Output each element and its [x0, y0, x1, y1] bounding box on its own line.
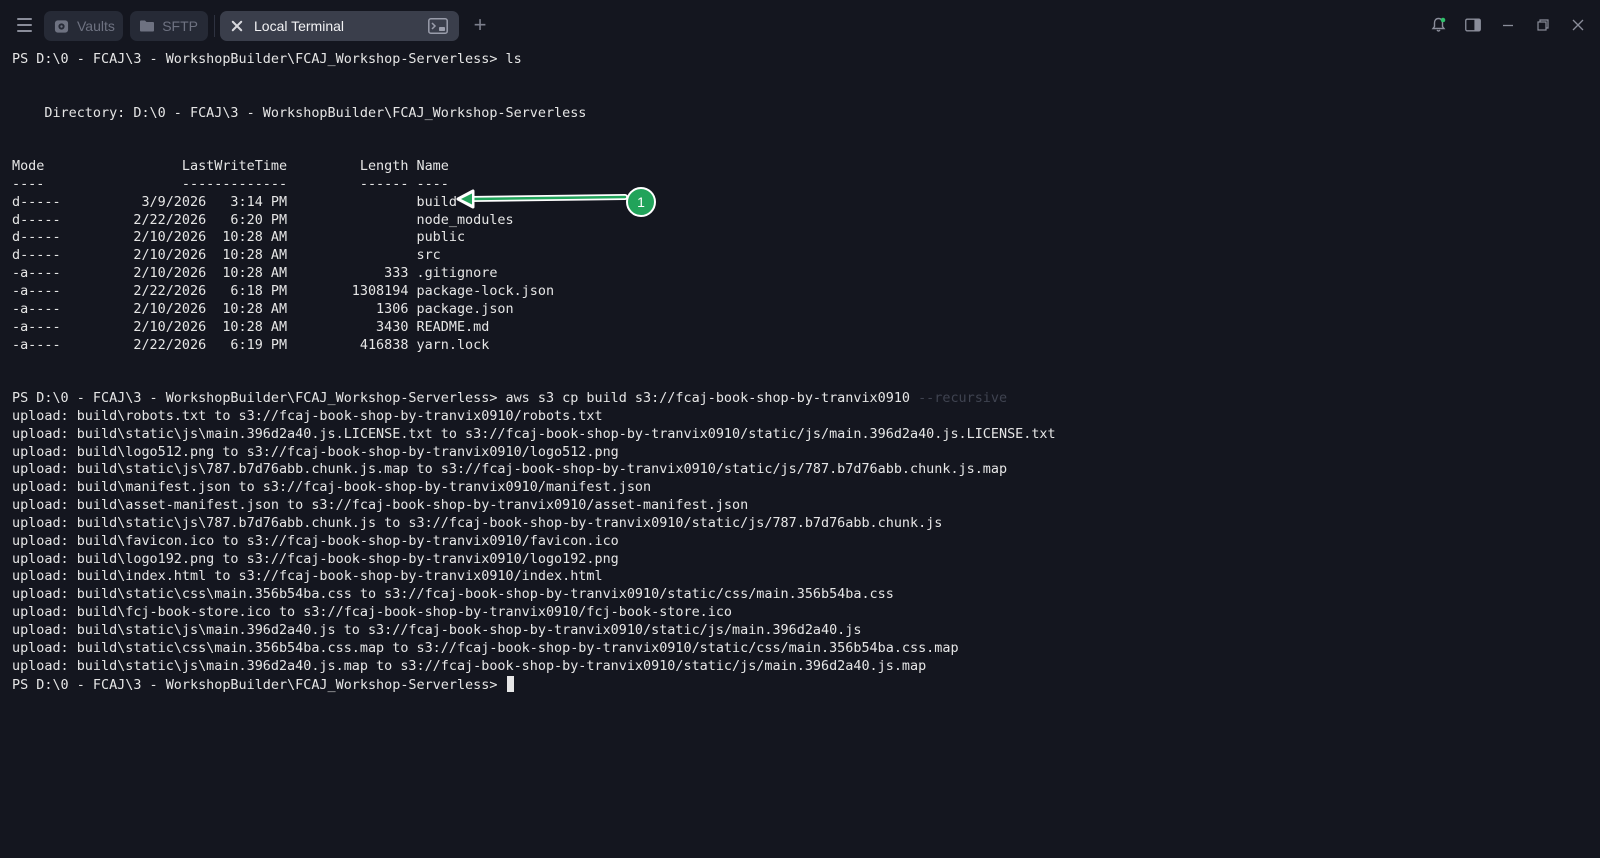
tab-divider: [214, 15, 215, 37]
terminal-line: PS D:\0 - FCAJ\3 - WorkshopBuilder\FCAJ_…: [12, 675, 1592, 694]
close-icon[interactable]: [230, 19, 244, 33]
terminal-line-text: Mode LastWriteTime Length Name: [12, 159, 449, 175]
terminal-line-text: PS D:\0 - FCAJ\3 - WorkshopBuilder\FCAJ_…: [12, 391, 910, 407]
terminal-line: upload: build\fcj-book-store.ico to s3:/…: [12, 604, 1592, 622]
text-cursor: [506, 675, 514, 692]
tab-local-terminal[interactable]: Local Terminal: [220, 11, 459, 41]
terminal-line-text: upload: build\static\css\main.356b54ba.c…: [12, 640, 959, 656]
add-tab-button[interactable]: +: [470, 14, 490, 36]
terminal-line-text: -a---- 2/10/2026 10:28 AM 3430 README.md: [12, 319, 490, 335]
terminal-line: ---- ------------- ------ ----: [12, 176, 1592, 194]
terminal-icon: [428, 18, 448, 37]
terminal-line-text: upload: build\index.html to s3://fcaj-bo…: [12, 569, 603, 585]
terminal-line-text: d----- 2/10/2026 10:28 AM public: [12, 230, 466, 246]
terminal-line-text: upload: build\static\js\787.b7d76abb.chu…: [12, 515, 943, 531]
terminal-line: upload: build\static\css\main.356b54ba.c…: [12, 640, 1592, 658]
restore-icon[interactable]: [1535, 17, 1551, 33]
terminal-line: -a---- 2/10/2026 10:28 AM 3430 README.md: [12, 319, 1592, 337]
terminal-line: PS D:\0 - FCAJ\3 - WorkshopBuilder\FCAJ_…: [12, 390, 1592, 408]
terminal-line: upload: build\index.html to s3://fcaj-bo…: [12, 568, 1592, 586]
terminal-line: upload: build\manifest.json to s3://fcaj…: [12, 479, 1592, 497]
terminal-line-text: upload: build\static\css\main.356b54ba.c…: [12, 587, 894, 603]
terminal-line: d----- 2/22/2026 6:20 PM node_modules: [12, 212, 1592, 230]
terminal-line: Mode LastWriteTime Length Name: [12, 158, 1592, 176]
terminal-line-text: d----- 2/22/2026 6:20 PM node_modules: [12, 212, 514, 228]
terminal-line: upload: build\static\css\main.356b54ba.c…: [12, 586, 1592, 604]
tab-label: Vaults: [77, 18, 115, 34]
terminal-line: upload: build\robots.txt to s3://fcaj-bo…: [12, 408, 1592, 426]
terminal-line-text: upload: build\static\js\787.b7d76abb.chu…: [12, 462, 1008, 478]
terminal-line-text: upload: build\favicon.ico to s3://fcaj-b…: [12, 533, 619, 549]
terminal-line-text: upload: build\fcj-book-store.ico to s3:/…: [12, 605, 733, 621]
close-icon[interactable]: [1570, 17, 1586, 33]
terminal-line-text: upload: build\static\js\main.396d2a40.js…: [12, 623, 862, 638]
hamburger-menu-icon[interactable]: [12, 14, 36, 36]
terminal-line-text: ---- ------------- ------ ----: [12, 176, 449, 192]
tab-label: Local Terminal: [254, 18, 345, 34]
terminal-line: upload: build\static\js\main.396d2a40.js…: [12, 622, 1592, 640]
terminal-line-text: PS D:\0 - FCAJ\3 - WorkshopBuilder\FCAJ_…: [12, 677, 506, 693]
terminal-line-text: upload: build\static\js\main.396d2a40.js…: [12, 658, 927, 674]
tab-label: SFTP: [162, 18, 198, 34]
terminal-line-text: -a---- 2/10/2026 10:28 AM 333 .gitignore: [12, 266, 498, 282]
terminal-line: -a---- 2/10/2026 10:28 AM 333 .gitignore: [12, 265, 1592, 283]
terminal-line: -a---- 2/10/2026 10:28 AM 1306 package.j…: [12, 301, 1592, 319]
terminal-line: -a---- 2/22/2026 6:18 PM 1308194 package…: [12, 283, 1592, 301]
dimmed-flag-text: --recursive: [910, 391, 1008, 407]
terminal-line: upload: build\logo192.png to s3://fcaj-b…: [12, 551, 1592, 569]
terminal-line-text: upload: build\logo192.png to s3://fcaj-b…: [12, 551, 619, 567]
terminal-line-text: d----- 2/10/2026 10:28 AM src: [12, 248, 441, 264]
terminal-line-text: upload: build\manifest.json to s3://fcaj…: [12, 480, 652, 496]
title-bar: Vaults SFTP Local Terminal +: [0, 0, 1600, 50]
terminal-line-text: upload: build\robots.txt to s3://fcaj-bo…: [12, 408, 603, 424]
terminal-line-text: upload: build\logo512.png to s3://fcaj-b…: [12, 444, 619, 460]
window-controls: [1430, 14, 1586, 36]
minimize-icon[interactable]: [1500, 17, 1516, 33]
terminal-line-text: Directory: D:\0 - FCAJ\3 - WorkshopBuild…: [12, 105, 587, 121]
terminal-line-text: upload: build\asset-manifest.json to s3:…: [12, 498, 749, 514]
sidebar-panel-icon[interactable]: [1465, 17, 1481, 33]
terminal-line: upload: build\favicon.ico to s3://fcaj-b…: [12, 533, 1592, 551]
terminal-line: d----- 3/9/2026 3:14 PM build: [12, 194, 1592, 212]
terminal-line: upload: build\asset-manifest.json to s3:…: [12, 497, 1592, 515]
terminal-line: upload: build\logo512.png to s3://fcaj-b…: [12, 444, 1592, 462]
terminal-line: -a---- 2/22/2026 6:19 PM 416838 yarn.loc…: [12, 337, 1592, 355]
tab-sftp[interactable]: SFTP: [130, 11, 208, 41]
terminal-line: upload: build\static\js\main.396d2a40.js…: [12, 658, 1592, 676]
terminal-line: PS D:\0 - FCAJ\3 - WorkshopBuilder\FCAJ_…: [12, 51, 1592, 69]
terminal-line-text: -a---- 2/10/2026 10:28 AM 1306 package.j…: [12, 301, 514, 317]
folder-icon: [140, 18, 155, 34]
terminal-line: Directory: D:\0 - FCAJ\3 - WorkshopBuild…: [12, 105, 1592, 123]
terminal-line: upload: build\static\js\main.396d2a40.js…: [12, 426, 1592, 444]
vault-icon: [54, 18, 69, 34]
terminal-output[interactable]: PS D:\0 - FCAJ\3 - WorkshopBuilder\FCAJ_…: [12, 51, 1592, 851]
terminal-line-text: -a---- 2/22/2026 6:19 PM 416838 yarn.loc…: [12, 337, 490, 353]
terminal-line: d----- 2/10/2026 10:28 AM public: [12, 229, 1592, 247]
terminal-line-text: PS D:\0 - FCAJ\3 - WorkshopBuilder\FCAJ_…: [12, 52, 522, 67]
terminal-line-text: d----- 3/9/2026 3:14 PM build: [12, 194, 457, 210]
tab-vaults[interactable]: Vaults: [44, 11, 123, 41]
terminal-line-text: upload: build\static\js\main.396d2a40.js…: [12, 426, 1056, 442]
notification-bell-icon[interactable]: [1430, 17, 1446, 33]
terminal-line: upload: build\static\js\787.b7d76abb.chu…: [12, 515, 1592, 533]
terminal-line-text: -a---- 2/22/2026 6:18 PM 1308194 package…: [12, 283, 555, 299]
terminal-line: upload: build\static\js\787.b7d76abb.chu…: [12, 461, 1592, 479]
terminal-line: d----- 2/10/2026 10:28 AM src: [12, 247, 1592, 265]
